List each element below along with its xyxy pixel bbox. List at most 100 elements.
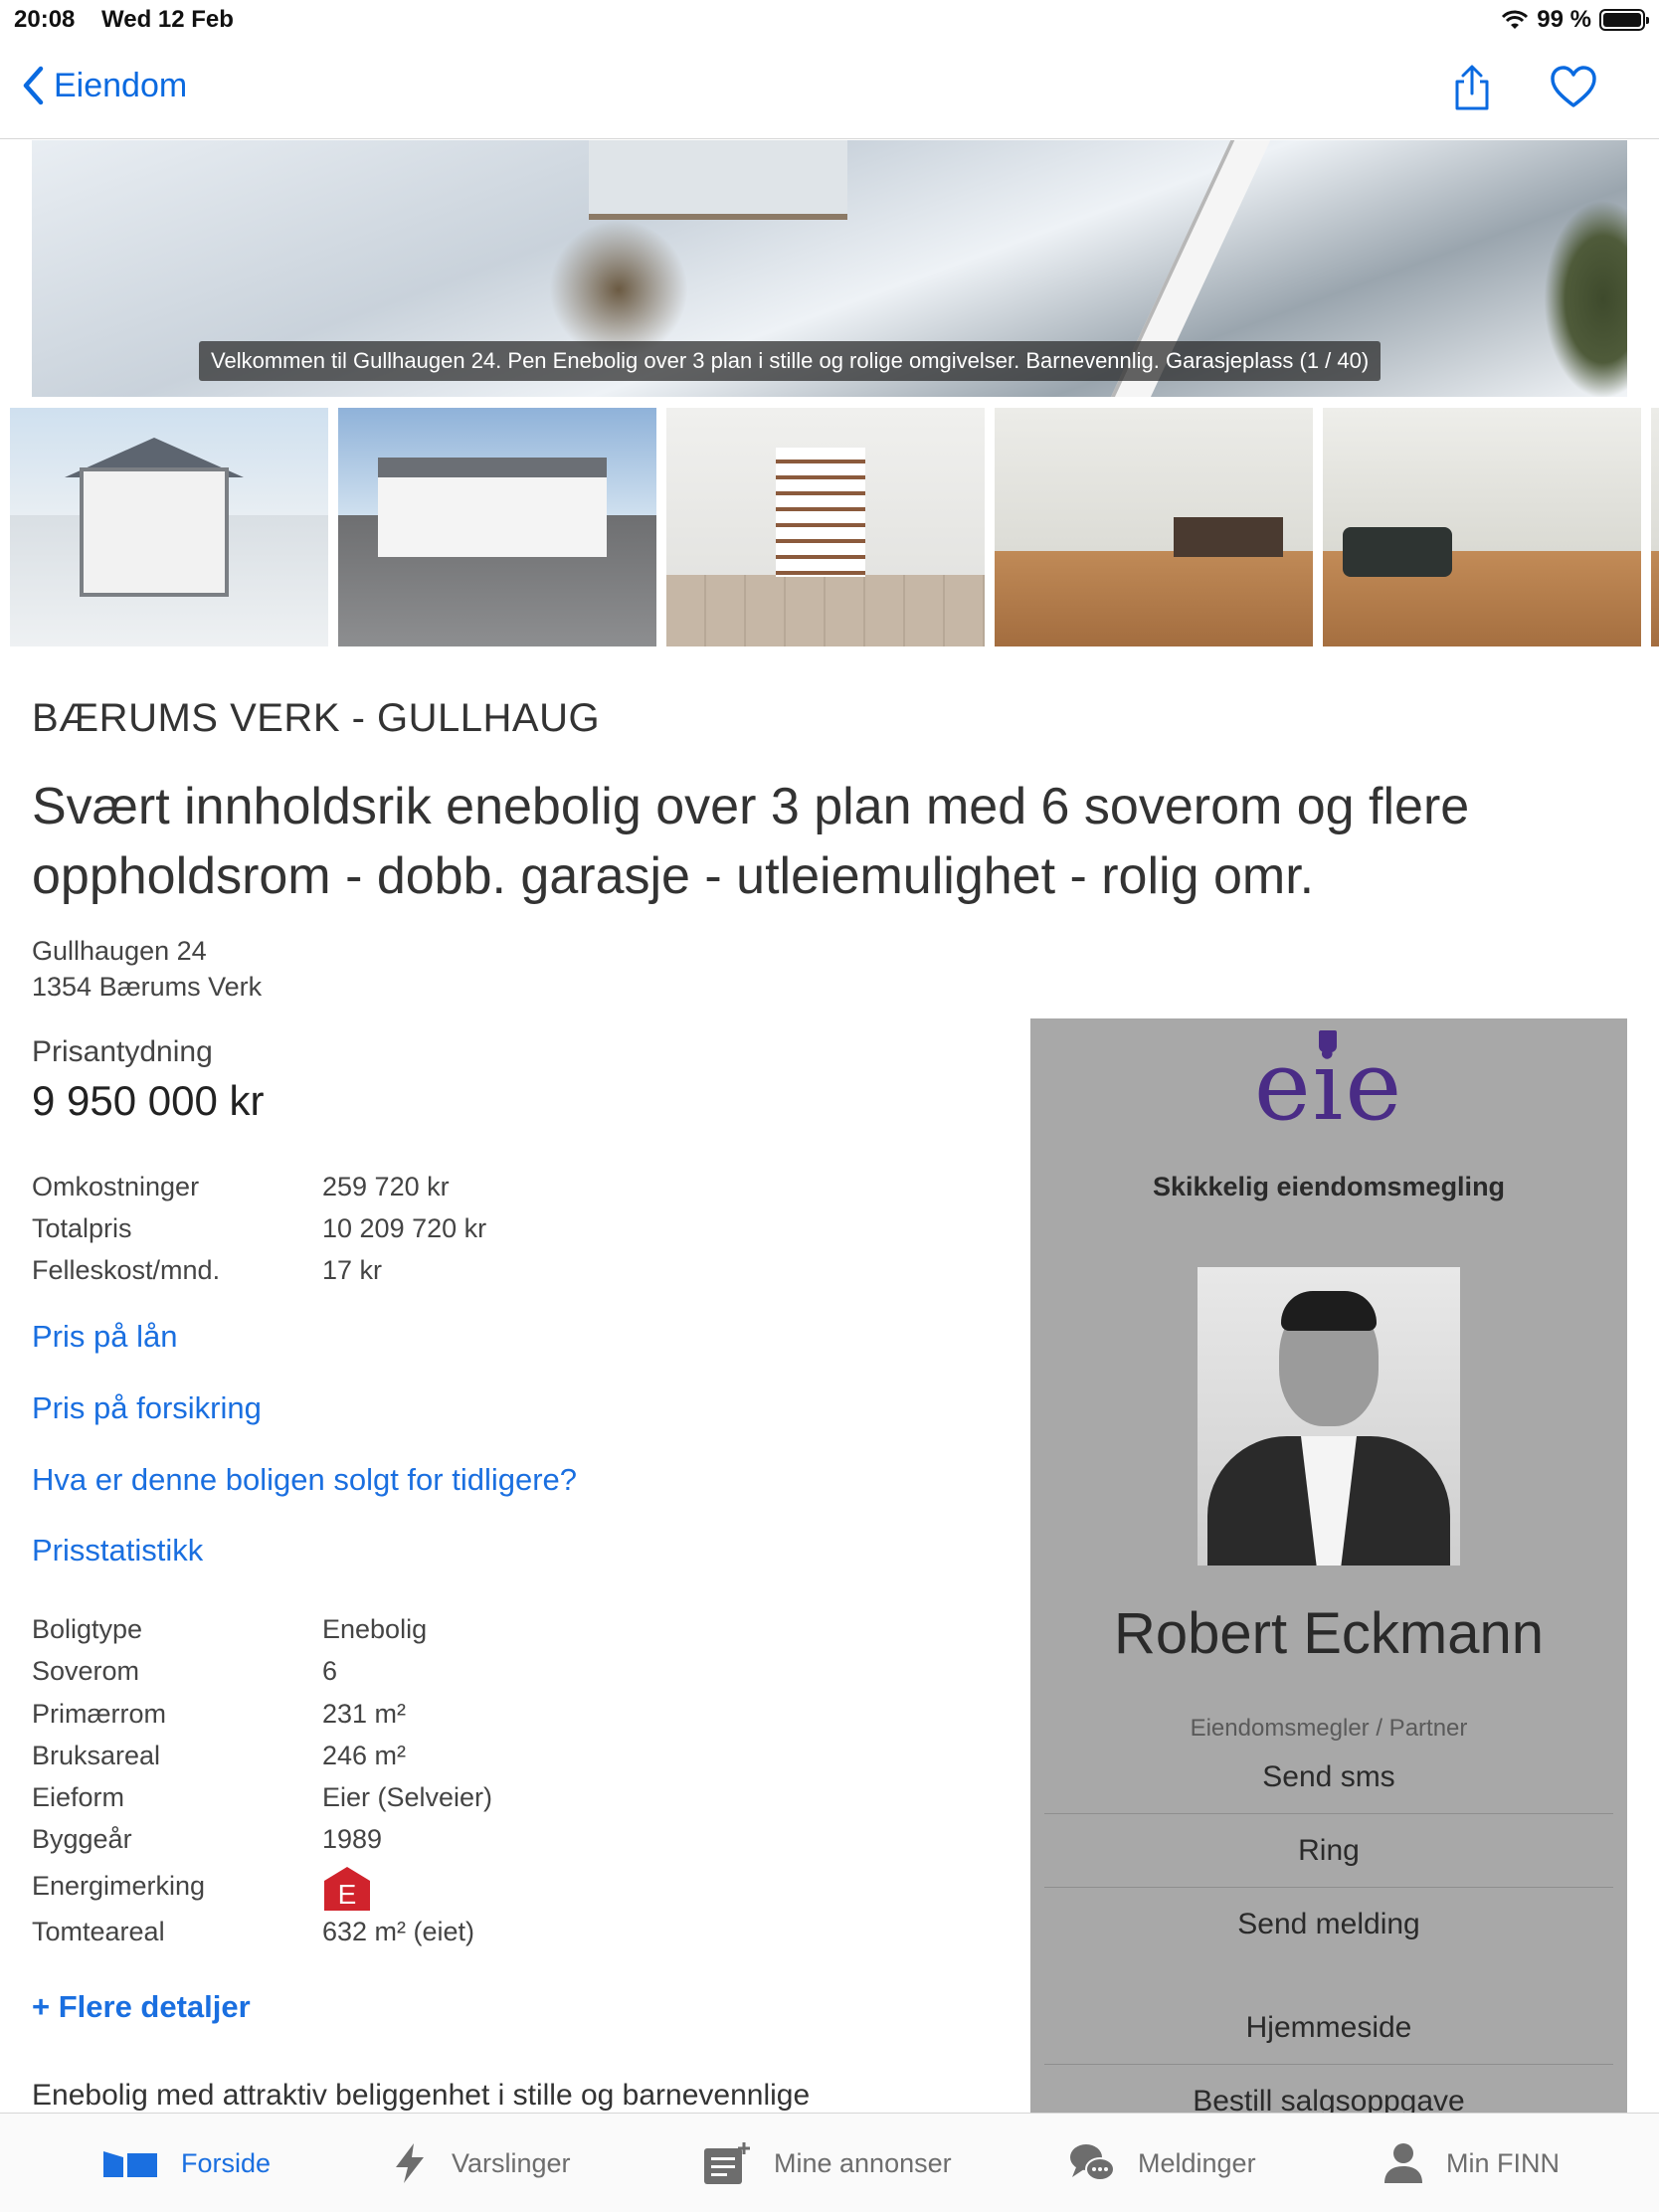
- fact-row: Tomteareal 632 m² (eiet): [32, 1911, 549, 1952]
- cost-label: Totalpris: [32, 1213, 132, 1243]
- listing-address: Gullhaugen 24 1354 Bærums Verk: [32, 933, 262, 1005]
- agent-photo: [1198, 1267, 1460, 1566]
- agent-role: Eiendomsmegler / Partner: [1190, 1715, 1468, 1742]
- price-label: Prisantydning: [32, 1035, 213, 1068]
- fact-value: 231 m²: [322, 1698, 407, 1729]
- thumbnail-image[interactable]: [1651, 408, 1659, 646]
- back-label: Eiendom: [54, 66, 188, 104]
- listing-description: Enebolig med attraktiv beliggenhet i sti…: [32, 2079, 811, 2112]
- fact-row: Eieform Eier (Selveier): [32, 1776, 549, 1818]
- home-icon: [103, 2151, 157, 2177]
- fact-label: Primærrom: [32, 1698, 166, 1729]
- address-postal: 1354 Bærums Verk: [32, 972, 263, 1002]
- fact-value: 6: [322, 1656, 338, 1687]
- my-ads-icon: [704, 2142, 750, 2184]
- cost-label: Omkostninger: [32, 1172, 200, 1201]
- chat-icon: [1070, 2144, 1115, 2181]
- address-street: Gullhaugen 24: [32, 936, 207, 966]
- fact-value: 1989: [322, 1824, 383, 1855]
- cost-value: 259 720 kr: [322, 1172, 450, 1201]
- tab-label: Forside: [181, 2147, 272, 2178]
- loan-price-link[interactable]: Pris på lån: [32, 1319, 177, 1355]
- fact-label: Soverom: [32, 1656, 140, 1687]
- fact-row: Boligtype Enebolig: [32, 1608, 549, 1650]
- fact-value: Enebolig: [322, 1614, 428, 1644]
- status-bar: 20:08 Wed 12 Feb 99 %: [0, 0, 1659, 40]
- cost-table: Omkostninger 259 720 kr Totalpris 10 209…: [32, 1166, 549, 1291]
- fact-value: 246 m²: [322, 1740, 407, 1770]
- send-sms-button[interactable]: Send sms: [1044, 1741, 1613, 1814]
- back-button[interactable]: Eiendom: [22, 66, 187, 105]
- agent-name: Robert Eckmann: [1114, 1601, 1544, 1666]
- tab-varslinger[interactable]: Varslinger: [390, 2114, 571, 2212]
- person-icon: [1384, 2143, 1422, 2183]
- chevron-left-icon: [23, 66, 44, 105]
- thumbnail-strip[interactable]: [10, 408, 1659, 646]
- lightning-icon: [396, 2143, 424, 2183]
- call-button[interactable]: Ring: [1044, 1814, 1613, 1888]
- headline-line: oppholdsrom - dobb. garasje - utleiemuli…: [32, 847, 1315, 905]
- order-prospectus-button[interactable]: Bestill salgsoppgave: [1044, 2065, 1613, 2113]
- thumbnail-image[interactable]: [338, 408, 656, 646]
- tab-mine-annonser[interactable]: Mine annonser: [702, 2114, 952, 2212]
- status-time: 20:08: [14, 6, 76, 33]
- tab-label: Varslinger: [452, 2147, 571, 2178]
- tab-label: Min FINN: [1446, 2147, 1560, 2178]
- cost-label: Felleskost/mnd.: [32, 1255, 221, 1285]
- fact-label: Eieform: [32, 1782, 125, 1813]
- cost-row: Totalpris 10 209 720 kr: [32, 1207, 549, 1249]
- hero-tree: [1544, 200, 1627, 397]
- tab-label: Mine annonser: [774, 2147, 952, 2178]
- fact-row: Soverom 6: [32, 1650, 549, 1692]
- homepage-button[interactable]: Hjemmeside: [1044, 1991, 1613, 2065]
- more-details-link[interactable]: + Flere detaljer: [32, 1989, 251, 2025]
- send-message-button[interactable]: Send melding: [1044, 1888, 1613, 1961]
- battery-percent: 99 %: [1537, 6, 1591, 33]
- fact-value: Eier (Selveier): [322, 1782, 493, 1813]
- heart-icon[interactable]: [1548, 62, 1599, 113]
- energy-rating-value: E: [337, 1878, 357, 1910]
- price-value: 9 950 000 kr: [32, 1077, 265, 1124]
- price-statistics-link[interactable]: Prisstatistikk: [32, 1533, 203, 1568]
- agent-panel: eie Skikkelig eiendomsmegling Robert Eck…: [1030, 1018, 1627, 2113]
- fact-row: Byggeår 1989: [32, 1818, 549, 1860]
- insurance-price-link[interactable]: Pris på forsikring: [32, 1390, 262, 1426]
- energy-rating-badge: E: [322, 1865, 372, 1913]
- tab-min-finn[interactable]: Min FINN: [1382, 2114, 1560, 2212]
- hero-shrub: [549, 220, 688, 359]
- fact-label: Tomteareal: [32, 1916, 165, 1946]
- hero-house-wall: [589, 140, 847, 220]
- listing-location: BÆRUMS VERK - GULLHAUG: [32, 696, 601, 740]
- status-date: Wed 12 Feb: [101, 6, 234, 33]
- cost-value: 17 kr: [322, 1255, 383, 1285]
- thumbnail-image[interactable]: [1323, 408, 1641, 646]
- fact-row: Energimerking E: [32, 1861, 549, 1911]
- listing-headline: Svært innholdsrik enebolig over 3 plan m…: [32, 772, 1583, 911]
- tab-forside[interactable]: Forside: [101, 2114, 271, 2212]
- battery-icon: [1599, 9, 1649, 31]
- gallery-caption: Velkommen til Gullhaugen 24. Pen Eneboli…: [199, 341, 1382, 381]
- tab-meldinger[interactable]: Meldinger: [1068, 2114, 1256, 2212]
- share-icon[interactable]: [1446, 62, 1498, 113]
- fact-label: Energimerking: [32, 1870, 206, 1901]
- fact-label: Boligtype: [32, 1614, 143, 1644]
- fact-row: Primærrom 231 m²: [32, 1693, 549, 1735]
- wifi-icon: [1502, 10, 1529, 29]
- agency-logo: eie: [1253, 1030, 1404, 1142]
- agency-tagline: Skikkelig eiendomsmegling: [1152, 1172, 1506, 1201]
- headline-line: Svært innholdsrik enebolig over 3 plan m…: [32, 778, 1470, 835]
- fact-label: Bruksareal: [32, 1740, 161, 1770]
- tab-label: Meldinger: [1138, 2147, 1256, 2178]
- thumbnail-image[interactable]: [10, 408, 328, 646]
- cost-row: Felleskost/mnd. 17 kr: [32, 1249, 549, 1291]
- tab-bar: Forside Varslinger Mine annonser Melding…: [0, 2113, 1659, 2212]
- thumbnail-image[interactable]: [666, 408, 985, 646]
- fact-label: Byggeår: [32, 1824, 132, 1855]
- previous-sales-link[interactable]: Hva er denne boligen solgt for tidligere…: [32, 1462, 577, 1498]
- cost-value: 10 209 720 kr: [322, 1213, 487, 1243]
- nav-bar: Eiendom: [0, 40, 1659, 139]
- facts-table: Boligtype Enebolig Soverom 6 Primærrom 2…: [32, 1608, 549, 1952]
- cost-row: Omkostninger 259 720 kr: [32, 1166, 549, 1207]
- fact-row: Bruksareal 246 m²: [32, 1735, 549, 1776]
- thumbnail-image[interactable]: [995, 408, 1313, 646]
